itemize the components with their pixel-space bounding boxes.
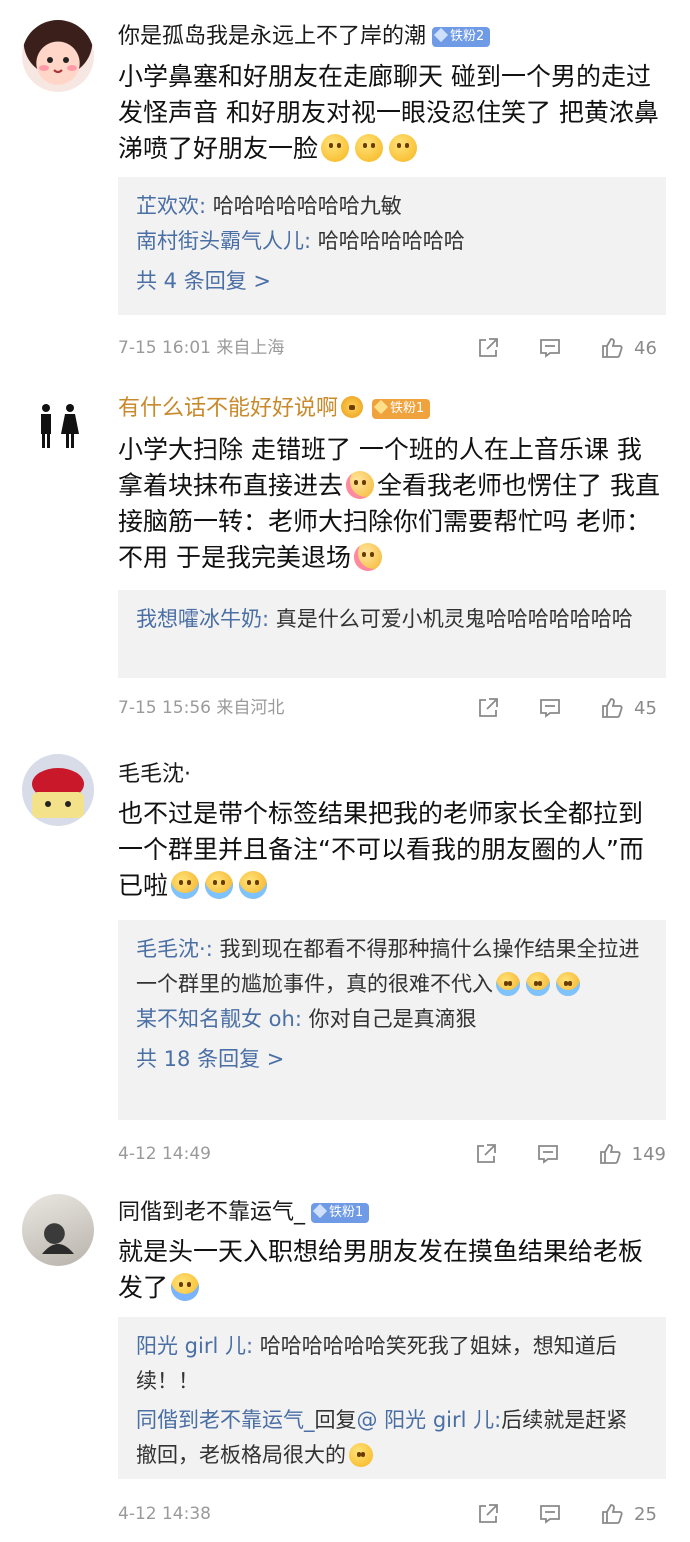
username[interactable]: 同偕到老不靠运气_ 铁粉1 <box>118 1198 370 1228</box>
fan-badge: 铁粉1 <box>372 399 431 419</box>
reply-box: 毛毛沈·: 我到现在都看不得那种搞什么操作结果全拉进一个群里的尴尬事件，真的很难… <box>118 920 666 1120</box>
comment-text: 小学大扫除 走错班了 一个班的人在上音乐课 我拿着块抹布直接进去 全看我老师也愣住… <box>118 435 660 572</box>
crown-icon <box>341 396 364 418</box>
reply-item[interactable]: 同偕到老不靠运气_回复@ 阳光 girl 儿:后续就是赶紧撤回，老板格局很大的 <box>136 1403 648 1473</box>
reply-username[interactable]: 同偕到老不靠运气_ <box>136 1408 315 1432</box>
sweat-emoji <box>171 1273 200 1301</box>
avatar-image <box>32 768 84 818</box>
sweat-emoji <box>321 134 350 162</box>
reply-item[interactable]: 我想嚯冰牛奶: 真是什么可爱小机灵鬼哈哈哈哈哈哈哈 <box>136 602 648 637</box>
comment-item: 毛毛沈· 也不过是带个标签结果把我的老师家长全都拉到一个群里并且备注“不可以看我… <box>0 740 690 1180</box>
reply-box: 芷欢欢: 哈哈哈哈哈哈哈九敏 南村街头霸气人儿: 哈哈哈哈哈哈哈 共 4 条回复… <box>118 177 666 315</box>
reply-username[interactable]: 某不知名靓女 oh <box>136 1007 295 1031</box>
cry-emoji <box>205 871 234 899</box>
like-count: 46 <box>634 337 657 359</box>
comment-text: 也不过是带个标签结果把我的老师家长全都拉到一个群里并且备注“不可以看我的朋友圈的… <box>118 799 644 900</box>
like-icon[interactable] <box>600 1502 624 1526</box>
username-text[interactable]: 有什么话不能好好说啊 <box>118 396 338 421</box>
comment-meta: 4-12 14:49 <box>118 1144 211 1164</box>
blush-emoji <box>346 471 375 499</box>
username-text[interactable]: 毛毛沈· <box>118 762 191 787</box>
comment-meta: 4-12 14:38 <box>118 1504 211 1524</box>
like-count: 25 <box>634 1503 657 1525</box>
cry-emoji <box>526 972 550 996</box>
share-icon[interactable] <box>476 696 500 720</box>
username[interactable]: 有什么话不能好好说啊 铁粉1 <box>118 394 431 424</box>
share-icon[interactable] <box>476 336 500 360</box>
reply-item[interactable]: 某不知名靓女 oh: 你对自己是真滴狠 <box>136 1002 648 1037</box>
avatar-image <box>42 1244 74 1254</box>
comment-item: 同偕到老不靠运气_ 铁粉1 就是头一天入职想给男朋友发在摸鱼结果给老板发了 阳光 … <box>0 1180 690 1542</box>
comment-actions: 45 <box>438 694 666 722</box>
cry-emoji <box>496 972 520 996</box>
reply-item[interactable]: 毛毛沈·: 我到现在都看不得那种搞什么操作结果全拉进一个群里的尴尬事件，真的很难… <box>136 932 648 1002</box>
reply-username[interactable]: 芷欢欢 <box>136 194 199 218</box>
comment-text: 就是头一天入职想给男朋友发在摸鱼结果给老板发了 <box>118 1237 644 1302</box>
username-text[interactable]: 同偕到老不靠运气_ <box>118 1200 305 1225</box>
reply-item[interactable]: 阳光 girl 儿: 哈哈哈哈哈哈笑死我了姐妹，想知道后续！！ <box>136 1329 648 1399</box>
avatar[interactable] <box>22 1194 94 1266</box>
cry-emoji <box>239 871 268 899</box>
comment-meta: 7-15 15:56 来自河北 <box>118 698 285 718</box>
reply-username[interactable]: 我想嚯冰牛奶 <box>136 607 262 631</box>
avatar[interactable] <box>22 20 94 92</box>
avatar-image <box>41 404 79 448</box>
blush-emoji <box>353 543 382 571</box>
share-icon[interactable] <box>476 1502 500 1526</box>
avatar[interactable] <box>22 754 94 826</box>
sweat-emoji <box>355 134 384 162</box>
diamond-icon <box>312 1203 328 1219</box>
reply-username[interactable]: 毛毛沈· <box>136 937 206 961</box>
more-replies-link[interactable]: 共 18 条回复 > <box>136 1041 648 1077</box>
comment-meta: 7-15 16:01 来自上海 <box>118 338 285 358</box>
like-icon[interactable] <box>598 1142 622 1166</box>
reply-box: 我想嚯冰牛奶: 真是什么可爱小机灵鬼哈哈哈哈哈哈哈 <box>118 590 666 678</box>
reply-username[interactable]: 南村街头霸气人儿 <box>136 229 304 253</box>
like-icon[interactable] <box>600 696 624 720</box>
username[interactable]: 毛毛沈· <box>118 760 191 790</box>
more-replies-link[interactable]: 共 4 条回复 > <box>136 263 648 299</box>
username[interactable]: 你是孤岛我是永远上不了岸的潮 铁粉2 <box>118 22 491 52</box>
avatar[interactable] <box>22 390 94 462</box>
comment-icon[interactable] <box>538 1502 562 1526</box>
comment-text: 小学鼻塞和好朋友在走廊聊天 碰到一个男的走过发怪声音 和好朋友对视一眼没忍住笑了… <box>118 62 659 163</box>
username-text[interactable]: 你是孤岛我是永远上不了岸的潮 <box>118 24 426 49</box>
reply-item[interactable]: 芷欢欢: 哈哈哈哈哈哈哈九敏 <box>136 189 648 224</box>
comment-item: 有什么话不能好好说啊 铁粉1 小学大扫除 走错班了 一个班的人在上音乐课 我拿着块… <box>0 380 690 740</box>
like-icon[interactable] <box>600 336 624 360</box>
comment-icon[interactable] <box>536 1142 560 1166</box>
fan-badge: 铁粉2 <box>432 27 491 47</box>
cry-emoji <box>171 871 200 899</box>
diamond-icon <box>433 27 449 43</box>
sweat-emoji <box>389 134 418 162</box>
comment-actions: 149 <box>436 1140 666 1168</box>
reply-item[interactable]: 南村街头霸气人儿: 哈哈哈哈哈哈哈 <box>136 224 648 259</box>
share-icon[interactable] <box>474 1142 498 1166</box>
comment-actions: 46 <box>438 334 666 362</box>
reply-username[interactable]: 阳光 girl 儿 <box>136 1334 246 1358</box>
comment-item: 你是孤岛我是永远上不了岸的潮 铁粉2 小学鼻塞和好朋友在走廊聊天 碰到一个男的走过… <box>0 0 690 380</box>
cry-emoji <box>556 972 580 996</box>
avatar-image <box>39 57 77 73</box>
fan-badge: 铁粉1 <box>311 1203 370 1223</box>
reply-box: 阳光 girl 儿: 哈哈哈哈哈哈笑死我了姐妹，想知道后续！！ 同偕到老不靠运气… <box>118 1317 666 1479</box>
comment-icon[interactable] <box>538 336 562 360</box>
laugh-emoji <box>349 1443 373 1467</box>
like-count: 45 <box>634 697 657 719</box>
comment-icon[interactable] <box>538 696 562 720</box>
diamond-icon <box>373 399 389 415</box>
like-count: 149 <box>631 1143 666 1165</box>
reply-mention[interactable]: @ 阳光 girl 儿 <box>357 1408 495 1432</box>
comment-actions: 25 <box>438 1500 666 1528</box>
